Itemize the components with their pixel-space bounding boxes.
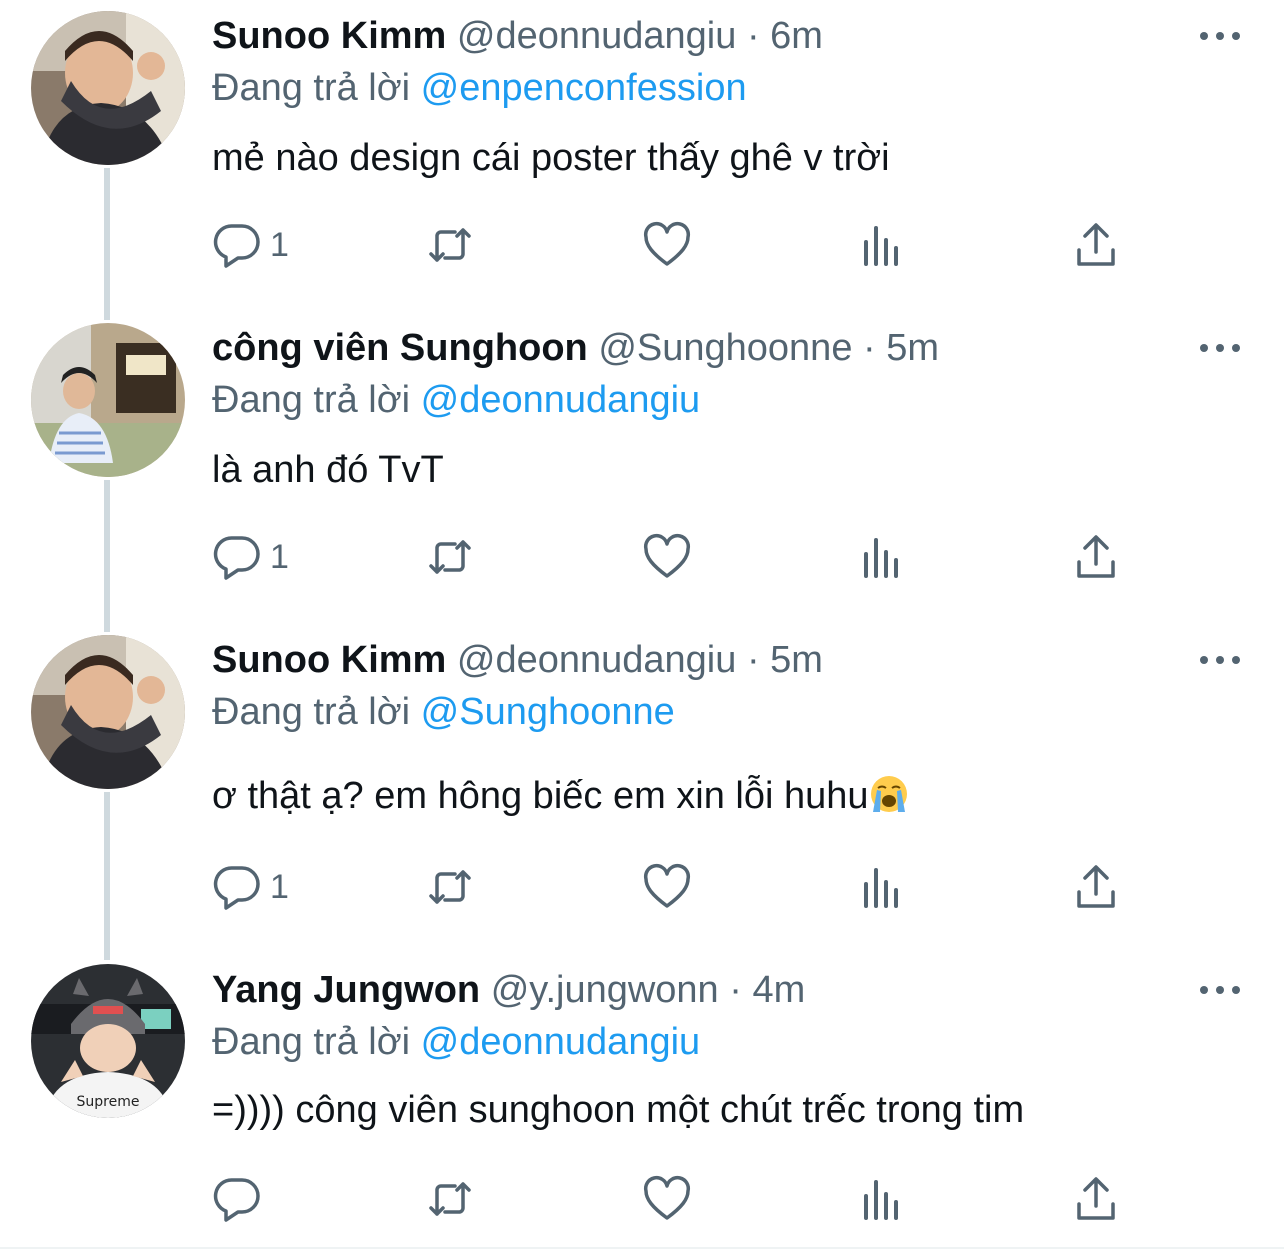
- reply-icon: [213, 536, 260, 580]
- reply-button[interactable]: 1: [212, 220, 289, 270]
- like-button[interactable]: [642, 862, 692, 912]
- retweet-button[interactable]: [425, 532, 475, 582]
- avatar[interactable]: [31, 11, 185, 165]
- action-bar: 1: [212, 532, 1212, 582]
- mention-link[interactable]: @deonnudangiu: [421, 1021, 701, 1063]
- tweet-text: là anh đó TvT: [212, 449, 444, 491]
- reply-prefix: Đang trả lời: [212, 691, 411, 733]
- retweet-button[interactable]: [425, 862, 475, 912]
- heart-icon: [643, 534, 691, 578]
- retweet-icon: [429, 228, 471, 262]
- tweet[interactable]: Supreme Yang Jungwon @y.jungwonn · 4m Đa…: [0, 960, 1284, 1250]
- tweet-text: mẻ nào design cái poster thấy ghê v trời: [212, 137, 890, 179]
- display-name[interactable]: Yang Jungwon: [212, 969, 480, 1011]
- heart-icon: [643, 1176, 691, 1220]
- retweet-icon: [429, 540, 471, 574]
- avatar[interactable]: [31, 635, 185, 789]
- separator: ·: [746, 639, 760, 681]
- share-button[interactable]: [1071, 862, 1121, 912]
- replying-to: Đang trả lời @Sunghoonne: [212, 690, 675, 734]
- replying-to: Đang trả lời @enpenconfession: [212, 66, 747, 110]
- handle[interactable]: @y.jungwonn: [491, 969, 719, 1011]
- divider: [0, 1247, 1284, 1249]
- tweet[interactable]: công viên Sunghoon @Sunghoonne · 5m Đang…: [0, 320, 1284, 632]
- share-icon: [1077, 535, 1115, 578]
- like-button[interactable]: [642, 220, 692, 270]
- like-button[interactable]: [642, 532, 692, 582]
- reply-count: 1: [270, 225, 289, 264]
- reply-button[interactable]: 1: [212, 862, 289, 912]
- share-button[interactable]: [1071, 220, 1121, 270]
- handle[interactable]: @deonnudangiu: [457, 639, 737, 681]
- more-icon[interactable]: [1198, 980, 1242, 1000]
- reply-icon: [213, 224, 260, 268]
- handle[interactable]: @Sunghoonne: [598, 327, 852, 369]
- reply-button[interactable]: [212, 1174, 270, 1224]
- timestamp[interactable]: 4m: [752, 969, 805, 1011]
- action-bar: 1: [212, 220, 1212, 270]
- avatar[interactable]: Supreme: [31, 964, 185, 1118]
- retweet-icon: [429, 1182, 471, 1216]
- share-icon: [1077, 865, 1115, 908]
- handle[interactable]: @deonnudangiu: [457, 15, 737, 57]
- views-icon: [864, 1180, 898, 1220]
- display-name[interactable]: Sunoo Kimm: [212, 639, 446, 681]
- reply-count: 1: [270, 867, 289, 906]
- more-icon[interactable]: [1198, 650, 1242, 670]
- mention-link[interactable]: @enpenconfession: [421, 67, 747, 109]
- replying-to: Đang trả lời @deonnudangiu: [212, 1020, 700, 1064]
- heart-icon: [643, 222, 691, 266]
- action-bar: 1: [212, 862, 1212, 912]
- reply-icon: [213, 1178, 260, 1222]
- reply-count: 1: [270, 537, 289, 576]
- like-button[interactable]: [642, 1174, 692, 1224]
- timestamp[interactable]: 6m: [770, 15, 823, 57]
- tweet[interactable]: Sunoo Kimm @deonnudangiu · 5m Đang trả l…: [0, 632, 1284, 960]
- mention-link[interactable]: @deonnudangiu: [421, 379, 701, 421]
- share-icon: [1077, 1177, 1115, 1220]
- tweet-header: Sunoo Kimm @deonnudangiu · 5m: [212, 638, 823, 682]
- timestamp[interactable]: 5m: [770, 639, 823, 681]
- display-name[interactable]: công viên Sunghoon: [212, 327, 588, 369]
- action-bar: [212, 1174, 1212, 1224]
- more-icon[interactable]: [1198, 338, 1242, 358]
- avatar[interactable]: [31, 323, 185, 477]
- share-button[interactable]: [1071, 532, 1121, 582]
- svg-text:Supreme: Supreme: [77, 1094, 140, 1110]
- display-name[interactable]: Sunoo Kimm: [212, 15, 446, 57]
- heart-icon: [643, 864, 691, 908]
- share-button[interactable]: [1071, 1174, 1121, 1224]
- reply-icon: [213, 866, 260, 910]
- retweet-button[interactable]: [425, 1174, 475, 1224]
- views-icon: [864, 868, 898, 908]
- share-icon: [1077, 223, 1115, 266]
- separator: ·: [746, 15, 760, 57]
- more-icon[interactable]: [1198, 26, 1242, 46]
- views-button[interactable]: [856, 1174, 906, 1224]
- replying-to: Đang trả lời @deonnudangiu: [212, 378, 700, 422]
- tweet-text-content: ơ thật ạ? em hông biếc em xin lỗi huhu: [212, 775, 869, 817]
- loudly-crying-face-icon: [870, 776, 907, 812]
- views-icon: [864, 226, 898, 266]
- tweet-header: Yang Jungwon @y.jungwonn · 4m: [212, 968, 805, 1012]
- reply-button[interactable]: 1: [212, 532, 289, 582]
- retweet-icon: [429, 870, 471, 904]
- timestamp[interactable]: 5m: [886, 327, 939, 369]
- retweet-button[interactable]: [425, 220, 475, 270]
- tweet[interactable]: Sunoo Kimm @deonnudangiu · 6m Đang trả l…: [0, 0, 1284, 320]
- views-icon: [864, 538, 898, 578]
- tweet-text: =)))) công viên sunghoon một chút trếc t…: [212, 1089, 1025, 1131]
- tweet-text: ơ thật ạ? em hông biếc em xin lỗi huhu: [212, 774, 909, 818]
- tweet-header: Sunoo Kimm @deonnudangiu · 6m: [212, 14, 823, 58]
- reply-prefix: Đang trả lời: [212, 67, 411, 109]
- mention-link[interactable]: @Sunghoonne: [421, 691, 675, 733]
- reply-prefix: Đang trả lời: [212, 379, 411, 421]
- separator: ·: [729, 969, 742, 1011]
- tweet-header: công viên Sunghoon @Sunghoonne · 5m: [212, 326, 939, 370]
- reply-prefix: Đang trả lời: [212, 1021, 411, 1063]
- separator: ·: [863, 327, 876, 369]
- views-button[interactable]: [856, 220, 906, 270]
- views-button[interactable]: [856, 862, 906, 912]
- views-button[interactable]: [856, 532, 906, 582]
